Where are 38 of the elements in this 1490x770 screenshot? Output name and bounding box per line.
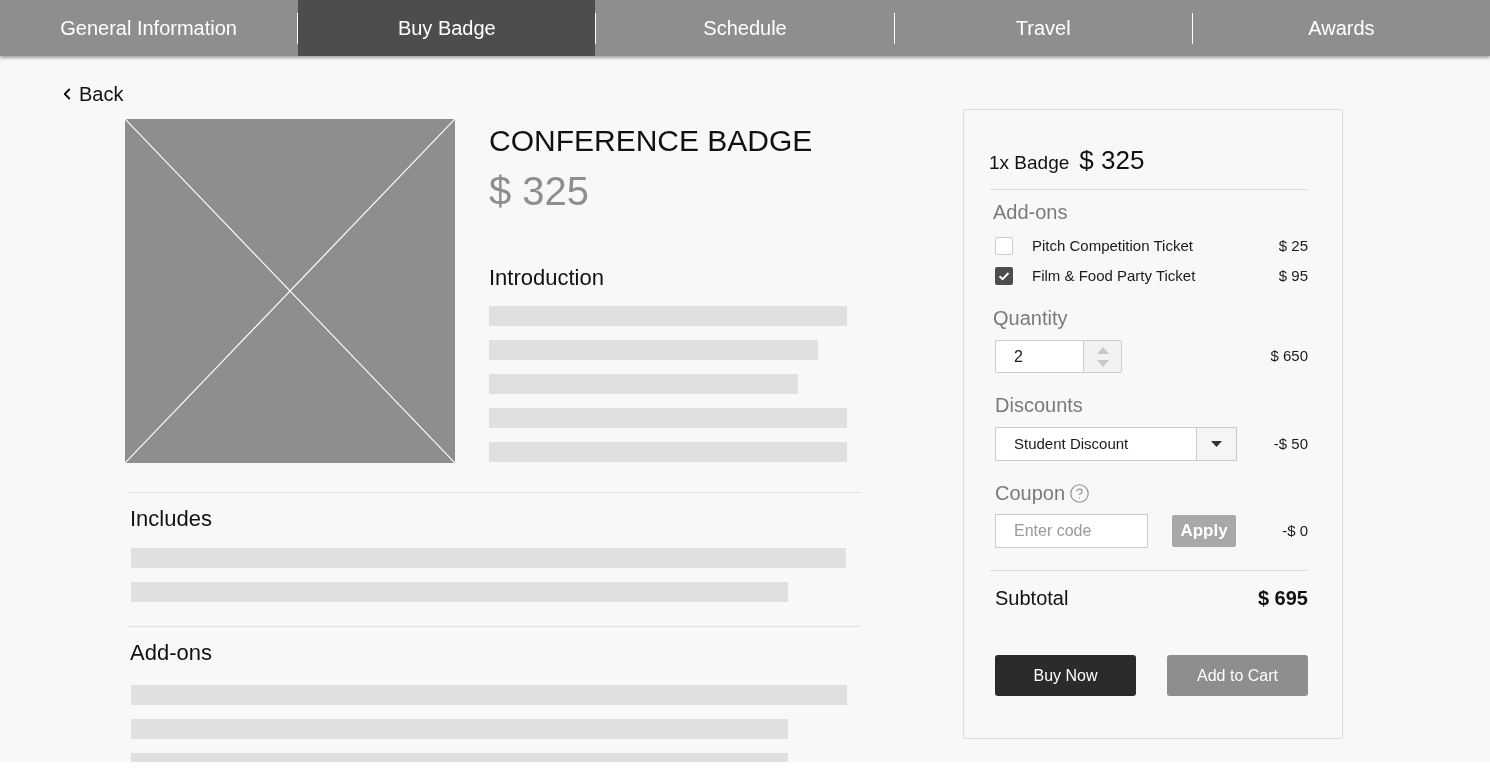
nav-tab[interactable]: Awards: [1192, 0, 1490, 56]
help-icon[interactable]: [1069, 482, 1091, 504]
nav-tab[interactable]: Schedule: [596, 0, 894, 56]
checkbox-checked[interactable]: [995, 267, 1013, 285]
field-label: Discounts: [995, 393, 1083, 417]
back-link[interactable]: Back: [58, 82, 124, 106]
addon-price: $ 95: [1278, 265, 1308, 286]
caret-down-icon: [1211, 441, 1222, 447]
cart-button[interactable]: Add to Cart: [1167, 655, 1308, 696]
subtotal-amount: $ 695: [1257, 586, 1308, 610]
section-heading: Includes: [130, 506, 212, 532]
product-price: $ 325: [489, 168, 590, 215]
discount-select[interactable]: Student Discount: [995, 427, 1237, 461]
coupon-amount: -$ 0: [1282, 520, 1308, 541]
triangle-down-icon: [1096, 359, 1109, 367]
nav-tab[interactable]: Travel: [894, 0, 1192, 56]
triangle-up-icon: [1096, 346, 1109, 354]
dropdown-toggle[interactable]: [1196, 428, 1236, 460]
section-heading: Introduction: [489, 265, 604, 291]
addon-price: $ 25: [1278, 235, 1308, 256]
buy-button[interactable]: Buy Now: [995, 655, 1136, 696]
addon-label: Film & Food Party Ticket: [1032, 265, 1196, 286]
quantity-input[interactable]: 2: [995, 340, 1083, 373]
field-label: Add-ons: [993, 200, 1068, 224]
coupon-input[interactable]: Enter code: [995, 514, 1148, 548]
product-title: CONFERENCE BADGE: [489, 123, 813, 159]
item-price: $ 325: [1079, 144, 1145, 177]
nav-tab[interactable]: General Information: [0, 0, 298, 56]
nav-tab[interactable]: Buy Badge: [298, 0, 596, 56]
addon-label: Pitch Competition Ticket: [1032, 235, 1193, 256]
field-label: Coupon: [995, 481, 1066, 505]
checkbox[interactable]: [995, 237, 1013, 255]
item-label: 1x Badge: [989, 151, 1070, 175]
discount-amount: -$ 50: [1273, 433, 1308, 454]
quantity-amount: $ 650: [1270, 346, 1308, 367]
field-label: Quantity: [993, 306, 1068, 330]
subtotal-label: Subtotal: [995, 586, 1069, 610]
section-heading: Add-ons: [130, 640, 212, 666]
